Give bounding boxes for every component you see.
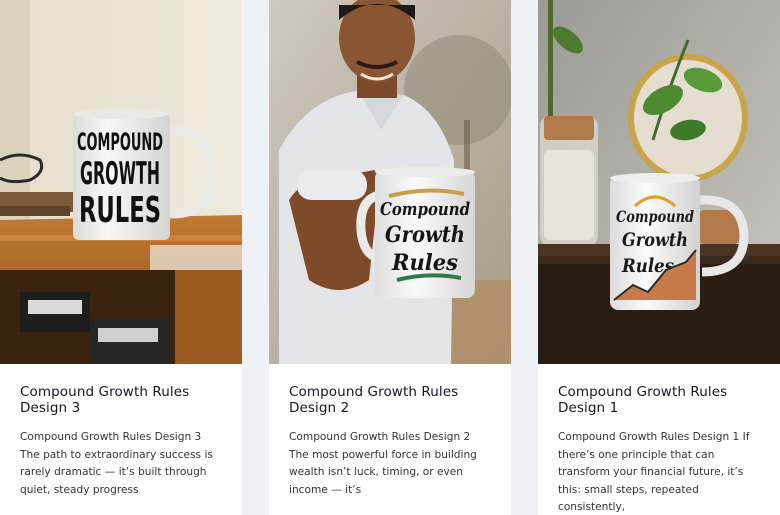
mug-print-line-2: Growth: [385, 222, 465, 248]
card-body: Compound Growth Rules Design 2 Compound …: [269, 364, 511, 499]
product-description: Compound Growth Rules Design 3 The path …: [20, 431, 213, 496]
man-holding-mug-photo: Compound Growth Rules: [269, 0, 511, 364]
card-body: Compound Growth Rules Design 1 Compound …: [538, 364, 780, 515]
mug-print-line-1: Compound: [616, 207, 694, 226]
product-image-design-2[interactable]: Compound Growth Rules: [269, 0, 511, 364]
mug-print-line-1: Compound: [380, 199, 470, 220]
mug-print-line-3: RULES: [79, 190, 161, 231]
product-title[interactable]: Compound Growth Rules Design 2: [289, 384, 491, 416]
product-title[interactable]: Compound Growth Rules Design 3: [20, 384, 222, 416]
product-image-design-3[interactable]: COMPOUND GROWTH RULES: [0, 0, 242, 364]
mug-on-shelf-photo: Compound Growth Rules: [538, 0, 780, 364]
mug-print-line-2: GROWTH: [80, 156, 160, 192]
mug-print-line-1: COMPOUND: [77, 128, 163, 156]
card-body: Compound Growth Rules Design 3 Compound …: [0, 364, 242, 499]
mug-on-desk-photo: COMPOUND GROWTH RULES: [0, 0, 242, 364]
product-description: Compound Growth Rules Design 1 If there’…: [558, 431, 750, 514]
product-card-design-3[interactable]: COMPOUND GROWTH RULES Compound Growth Ru…: [0, 0, 242, 515]
product-title[interactable]: Compound Growth Rules Design 1: [558, 384, 760, 416]
product-card-design-1[interactable]: Compound Growth Rules Compound Growth Ru…: [538, 0, 780, 515]
product-image-design-1[interactable]: Compound Growth Rules: [538, 0, 780, 364]
product-grid: COMPOUND GROWTH RULES Compound Growth Ru…: [0, 0, 780, 515]
mug-print-line-2: Growth: [622, 229, 688, 251]
product-description: Compound Growth Rules Design 2 The most …: [289, 431, 477, 496]
mug-print-line-3: Rules: [391, 250, 458, 276]
product-card-design-2[interactable]: Compound Growth Rules Compound Growth Ru…: [269, 0, 511, 515]
